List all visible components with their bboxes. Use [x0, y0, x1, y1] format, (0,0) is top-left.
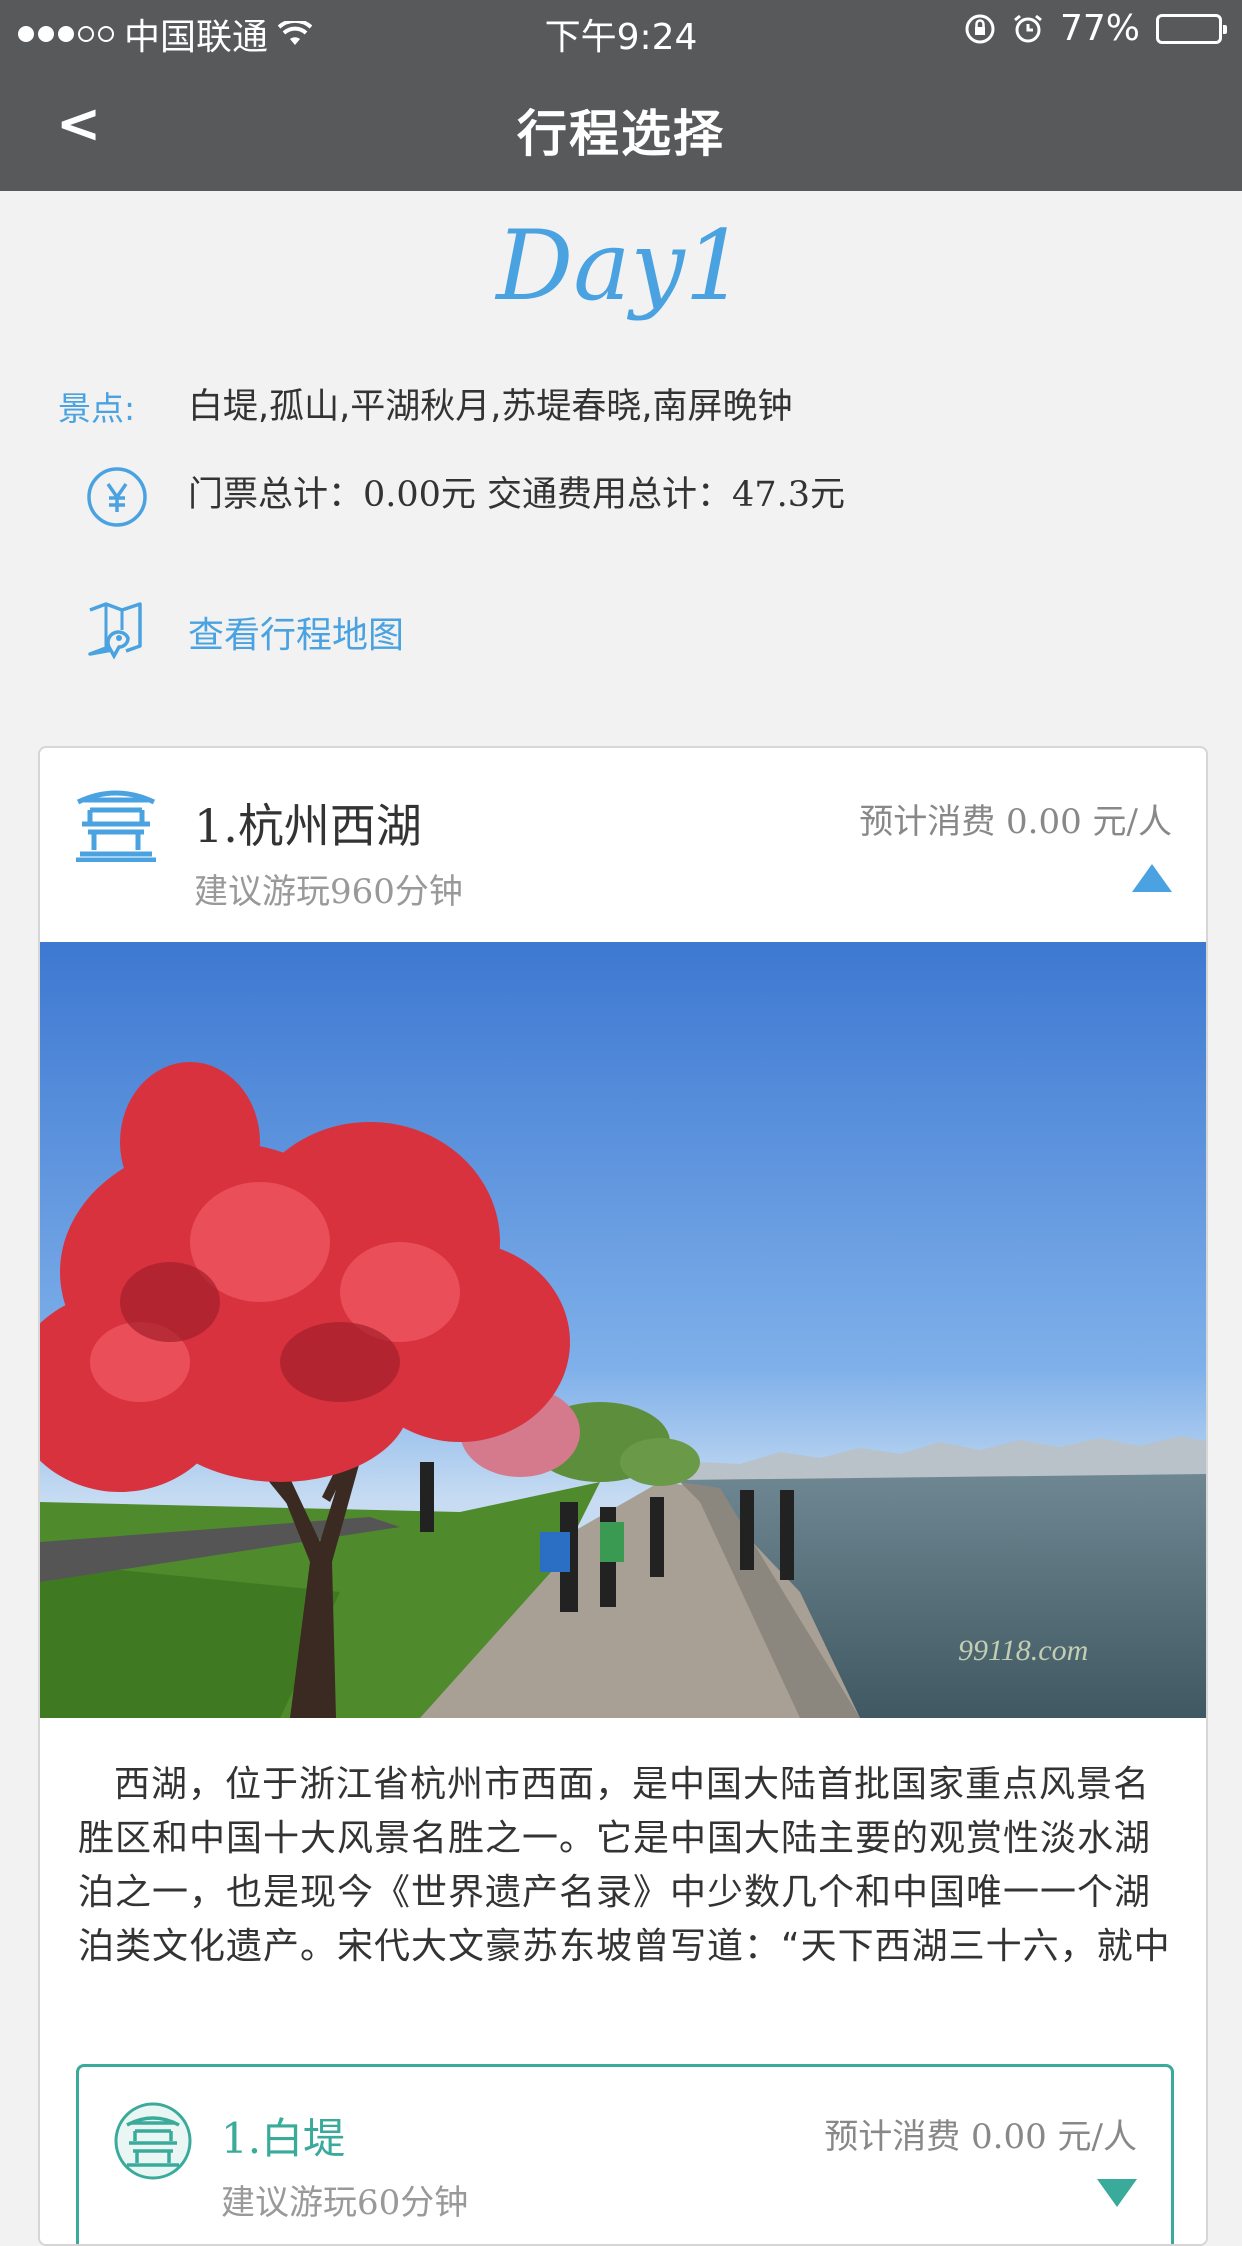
day-title: Day1	[496, 210, 746, 322]
spots-label: 景点:	[58, 389, 136, 428]
attraction-duration: 建议游玩960分钟	[194, 872, 463, 912]
map-pin-icon[interactable]	[86, 600, 150, 664]
yuan-coin-icon	[87, 467, 147, 527]
battery-icon	[1156, 13, 1227, 44]
attraction-card: 1.杭州西湖 建议游玩960分钟 预计消费 0.00 元/人 99118.com…	[38, 746, 1208, 2246]
top-bar: 中国联通 下午9:24 77% < 行程选择	[0, 0, 1242, 191]
view-map-link[interactable]: 查看行程地图	[188, 606, 404, 658]
navigation-bar: < 行程选择	[0, 62, 1242, 191]
sub-spot-duration: 建议游玩60分钟	[221, 2183, 469, 2223]
status-bar: 中国联通 下午9:24 77%	[0, 0, 1242, 62]
attraction-name: 1.杭州西湖	[194, 799, 422, 853]
pavilion-badge-icon	[114, 2102, 192, 2180]
sub-spot-name: 1.白堤	[221, 2114, 346, 2163]
attraction-photo: 99118.com	[40, 942, 1206, 1718]
status-right: 77%	[964, 8, 1227, 49]
spots-list: 白堤,孤山,平湖秋月,苏堤春晓,南屏晚钟	[188, 387, 793, 427]
battery-percent: 77%	[1059, 8, 1140, 49]
card-header[interactable]: 1.杭州西湖 建议游玩960分钟 预计消费 0.00 元/人	[40, 748, 1206, 942]
alarm-icon	[1014, 14, 1042, 42]
attraction-cost: 预计消费 0.00 元/人	[859, 802, 1172, 842]
photo-watermark: 99118.com	[958, 1634, 1088, 1667]
page-title: 行程选择	[517, 105, 725, 163]
expand-triangle-icon[interactable]	[1097, 2179, 1137, 2207]
collapse-triangle-icon[interactable]	[1132, 864, 1172, 892]
pavilion-icon	[76, 790, 156, 862]
attraction-description: 西湖，位于浙江省杭州市西面，是中国大陆首批国家重点风景名胜区和中国十大风景名胜之…	[78, 1764, 1171, 1967]
cost-summary: 门票总计：0.00元 交通费用总计：47.3元	[188, 475, 845, 515]
sub-spot-cost: 预计消费 0.00 元/人	[824, 2117, 1137, 2157]
rotation-lock-icon	[965, 14, 995, 43]
sub-spot-card[interactable]: 1.白堤 建议游玩60分钟 预计消费 0.00 元/人	[76, 2064, 1174, 2244]
